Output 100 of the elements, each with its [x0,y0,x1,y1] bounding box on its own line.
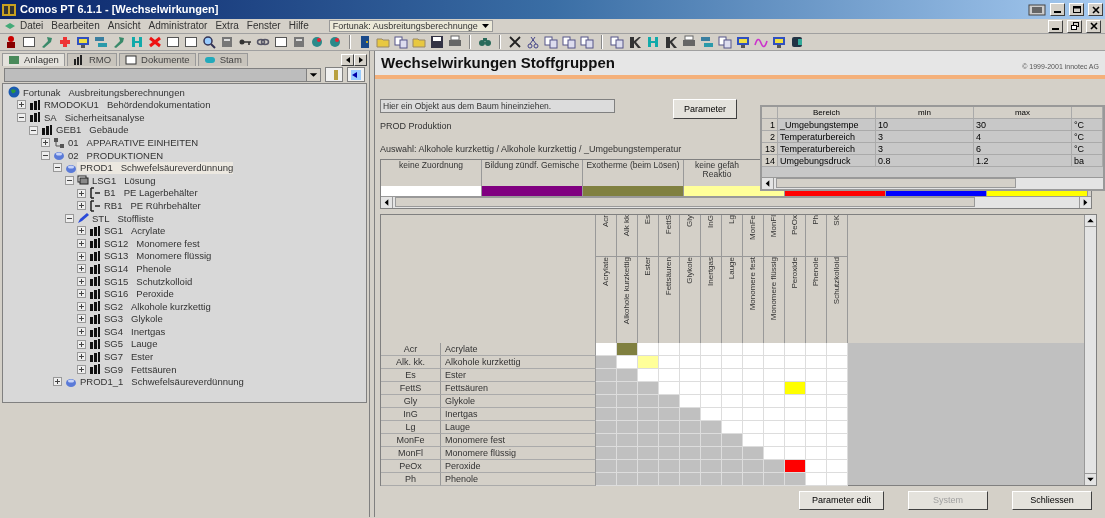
scrollbar[interactable] [1084,214,1096,485]
columns-icon[interactable] [130,35,144,49]
menu-item[interactable]: Datei [16,20,48,32]
tree-item[interactable]: RMODOKU1 Behördendokumentation [41,99,211,111]
expand-icon[interactable] [53,377,62,387]
tree-item[interactable]: SG4 Inertgas [101,325,166,338]
scrollbar-thumb[interactable] [776,178,1016,188]
tab[interactable]: RMO [66,53,118,66]
tree-item[interactable]: SA Sicherheitsanalyse [41,111,145,124]
tab[interactable]: Anlagen [2,53,65,66]
navigate-button[interactable] [347,67,365,82]
square-icon[interactable] [274,35,288,49]
collapse-icon[interactable] [65,213,74,223]
menu-item[interactable]: Hilfe [284,20,313,32]
scroll-right-button[interactable] [354,54,367,66]
plus-icon[interactable] [58,35,72,49]
tree-item[interactable]: 02 PRODUKTIONEN [65,149,164,161]
cross-icon[interactable] [508,35,522,49]
square-icon[interactable] [166,35,180,49]
stack-icon[interactable] [700,35,714,49]
monitor-icon[interactable] [736,35,750,49]
tree-item[interactable]: LSG1 Lösung [89,174,156,187]
expand-icon[interactable] [77,264,86,274]
minimize-button[interactable] [1050,3,1065,16]
tree-item[interactable]: SG14 Phenole [101,262,172,275]
printer-icon[interactable] [448,35,462,49]
project-dropdown[interactable]: Fortunak: Ausbreitungsberechnunge [328,19,493,33]
expand-icon[interactable] [41,138,50,148]
tab[interactable]: Dokumente [119,53,196,66]
scroll-left-button[interactable] [341,54,354,66]
window-icon[interactable] [1028,3,1046,16]
menu-icon[interactable] [4,21,16,31]
printer-icon[interactable] [682,35,696,49]
square-icon[interactable] [22,35,36,49]
tree-item[interactable]: SG15 Schutzkolloid [101,275,193,287]
chip-icon[interactable] [790,35,804,49]
expand-icon[interactable] [17,100,26,110]
square-icon[interactable] [184,35,198,49]
expand-icon[interactable] [77,352,86,362]
tree-item[interactable]: PROD1_1 Schwefelsäureverdünnung [77,376,244,388]
expand-icon[interactable] [77,251,86,261]
expand-icon[interactable] [77,364,86,374]
binoculars-icon[interactable] [478,35,492,49]
tree-item[interactable]: PROD1 Schwefelsäureverdünnung [77,162,234,174]
expand-icon[interactable] [77,276,86,286]
tree-item[interactable]: SG1 Acrylate [101,225,166,237]
expand-icon[interactable] [77,188,86,198]
door-icon[interactable] [358,35,372,49]
expand-icon[interactable] [77,314,86,324]
collapse-icon[interactable] [17,113,26,122]
dialog-button[interactable]: Parameter edit [798,490,884,510]
tree-item[interactable]: SG7 Ester [101,351,154,363]
tree-item[interactable]: SG5 Lauge [101,338,158,350]
search-icon[interactable] [202,35,216,49]
menu-item[interactable]: Bearbeiten [47,20,104,32]
expand-icon[interactable] [77,201,86,211]
copy-icon[interactable] [718,35,732,49]
menu-item[interactable]: Fenster [242,20,285,32]
tree-item[interactable]: SG13 Monomere flüssig [101,250,212,262]
close-button[interactable] [1088,3,1103,16]
collapse-icon[interactable] [29,125,38,135]
copy-icon[interactable] [610,35,624,49]
stack-icon[interactable] [94,35,108,49]
save-icon[interactable] [430,35,444,49]
book-icon[interactable] [292,35,306,49]
monitor-icon[interactable] [772,35,786,49]
drop-field[interactable]: Hier ein Objekt aus dem Baum hineinziehen. [380,99,615,113]
tree-item[interactable]: SG2 Alkohole kurzkettig [101,300,211,313]
tree-item[interactable]: SG9 Fettsäuren [101,363,177,376]
ball-icon[interactable] [310,35,324,49]
restore-button[interactable] [1067,19,1082,33]
collapse-icon[interactable] [65,175,74,185]
scrollbar[interactable] [762,177,1103,189]
tree-item[interactable]: B1 PE Lagerbehälter [101,187,198,199]
expand-icon[interactable] [77,289,86,299]
scissors-icon[interactable] [526,35,540,49]
expand-icon[interactable] [77,238,86,248]
tree-item[interactable]: GEB1 Gebäude [53,124,129,136]
tree-item[interactable]: RB1 PE Rührbehälter [101,199,201,212]
collapse-icon[interactable] [41,150,50,160]
parameter-button[interactable]: Parameter [673,99,738,119]
tool-icon[interactable] [112,35,126,49]
copy-icon[interactable] [394,35,408,49]
tree-item[interactable]: STL Stoffliste [89,212,154,224]
maximize-button[interactable] [1069,3,1084,16]
copy-icon[interactable] [580,35,594,49]
expand-icon[interactable] [77,301,86,311]
ball-icon[interactable] [328,35,342,49]
menu-item[interactable]: Extra [211,20,243,32]
tree-item[interactable]: SG12 Monomere fest [101,237,200,250]
expand-icon[interactable] [77,327,86,337]
close-button[interactable] [1086,19,1101,33]
copy-icon[interactable] [544,35,558,49]
collapse-icon[interactable] [53,163,62,173]
scrollbar-thumb[interactable] [395,196,975,207]
filter-dropdown[interactable] [4,67,322,82]
minimize-button[interactable] [1048,19,1063,33]
dialog-button[interactable]: Schliessen [1012,490,1092,510]
expand-icon[interactable] [77,226,86,236]
figure-icon[interactable] [4,35,18,49]
